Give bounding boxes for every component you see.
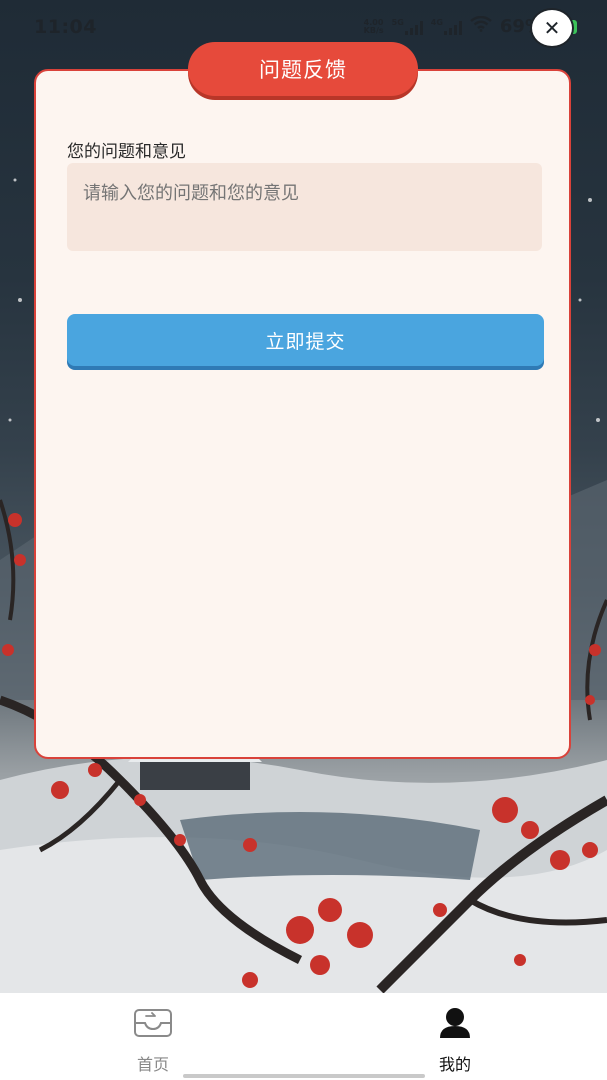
tab-home-label: 首页: [136, 1055, 169, 1074]
tab-mine-label: 我的: [438, 1055, 471, 1074]
feedback-field-label: 您的问题和意见: [67, 142, 186, 162]
home-indicator: [183, 1074, 425, 1078]
feedback-input[interactable]: [67, 163, 542, 251]
tab-home[interactable]: 首页: [93, 1005, 213, 1075]
user-icon: [438, 1005, 472, 1043]
cell-signal-icon: 5G: [392, 18, 423, 35]
bottom-tab-bar: 首页 我的: [0, 993, 607, 1080]
close-x-icon[interactable]: ✕: [530, 8, 574, 48]
network-speed: 4.00 KB/s: [363, 17, 384, 35]
tab-mine[interactable]: 我的: [395, 1005, 515, 1075]
feedback-card: 您的问题和意见 立即提交: [34, 69, 571, 759]
cell-signal-2-icon: 4G: [431, 18, 462, 35]
submit-button[interactable]: 立即提交: [67, 314, 544, 366]
wifi-icon: [470, 15, 492, 37]
inbox-icon: [133, 1005, 173, 1043]
status-time: 11:04: [34, 16, 97, 38]
status-bar: 11:04 4.00 KB/s 5G 4G 69%: [0, 0, 607, 60]
